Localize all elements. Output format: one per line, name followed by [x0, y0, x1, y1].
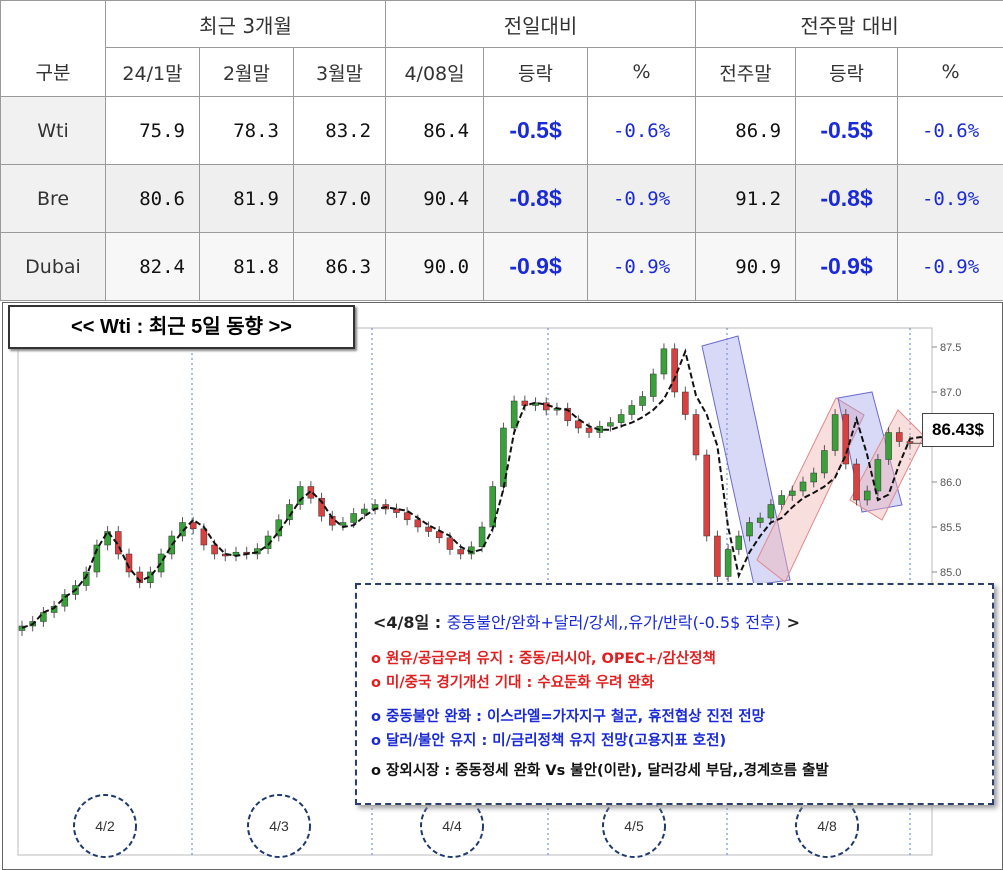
- candle-body: [649, 373, 657, 397]
- candle-body: [211, 544, 218, 555]
- candle-body: [756, 517, 764, 523]
- candle-body: [810, 472, 817, 483]
- commentary-title-suffix: >: [781, 613, 801, 632]
- candle-body: [714, 535, 721, 577]
- candle-body: [510, 400, 518, 429]
- candle-body: [40, 612, 47, 622]
- candle-body: [617, 414, 625, 423]
- commentary-title-prefix: <4/8일 :: [373, 613, 447, 632]
- candle-body: [896, 432, 903, 442]
- commentary-line: o 원유/공급우려 유지 : 중동/러시아, OPEC+/감산정책: [371, 651, 716, 667]
- candle-body: [724, 549, 732, 577]
- candle-body: [639, 396, 646, 406]
- candle-body: [799, 481, 807, 492]
- candle-body: [842, 414, 850, 465]
- y-tick-label: 87.5: [940, 342, 961, 354]
- commentary-line: o 장외시장 : 중동정세 완화 Vs 불안(이란), 달러강세 부담,,경계흐…: [371, 763, 829, 779]
- candle-body: [446, 537, 454, 550]
- candle-body: [703, 454, 710, 537]
- y-tick-label: 85.0: [940, 567, 961, 579]
- day-label: 4/3: [269, 818, 289, 834]
- candle-body: [831, 414, 839, 451]
- candle-body: [746, 522, 753, 537]
- candle-body: [350, 513, 357, 523]
- candle-body: [157, 553, 165, 573]
- candle-body: [339, 522, 347, 526]
- candle-body: [585, 427, 593, 433]
- candle-body: [735, 535, 743, 550]
- candle-body: [628, 405, 636, 415]
- candle-body: [414, 519, 422, 528]
- price-tag: 86.43$: [922, 413, 994, 447]
- day-label: 4/4: [442, 818, 462, 834]
- candle-body: [542, 402, 550, 411]
- candle-body: [821, 450, 828, 474]
- candle-body: [778, 495, 785, 505]
- candle-body: [660, 348, 668, 375]
- candle-body: [885, 432, 892, 460]
- candle-body: [607, 422, 614, 427]
- y-tick-label: 87.0: [940, 387, 961, 399]
- candle-body: [575, 420, 582, 429]
- candle-body: [457, 549, 464, 555]
- commentary-line: o 달러/불안 유지 : 미/금리정책 유지 전망(고용지표 호전): [371, 733, 727, 749]
- commentary-title-main: 중동불안/완화+달러/강세,,유가/반락(-0.5$ 전후): [446, 613, 782, 632]
- commentary-line: o 중동불안 완화 : 이스라엘=가자지구 철군, 휴전협상 진전 전망: [371, 709, 765, 725]
- commentary-title: <4/8일 : 중동불안/완화+달러/강세,,유가/반락(-0.5$ 전후) >: [373, 609, 800, 633]
- day-label: 4/5: [624, 818, 644, 834]
- candle-body: [425, 526, 432, 532]
- candle-body: [692, 414, 700, 456]
- candle-body: [789, 490, 796, 496]
- candle-body: [403, 512, 411, 521]
- candle-body: [863, 490, 871, 501]
- day-label: 4/8: [817, 818, 837, 834]
- candle-body: [671, 348, 678, 393]
- chart-title: << Wti : 최근 5일 동향 >>: [8, 305, 355, 349]
- y-tick-label: 85.5: [940, 522, 961, 534]
- y-tick-label: 86.0: [940, 477, 961, 489]
- candle-body: [682, 391, 689, 415]
- candle-body: [767, 504, 775, 519]
- candle-body: [361, 508, 368, 514]
- candle-body: [853, 463, 860, 501]
- commentary-box: <4/8일 : 중동불안/완화+달러/강세,,유가/반락(-0.5$ 전후) >…: [355, 583, 994, 805]
- commentary-line: o 미/중국 경기개선 기대 : 수요둔화 우려 완화: [371, 675, 655, 691]
- day-label: 4/2: [95, 818, 115, 834]
- candle-body: [874, 459, 882, 492]
